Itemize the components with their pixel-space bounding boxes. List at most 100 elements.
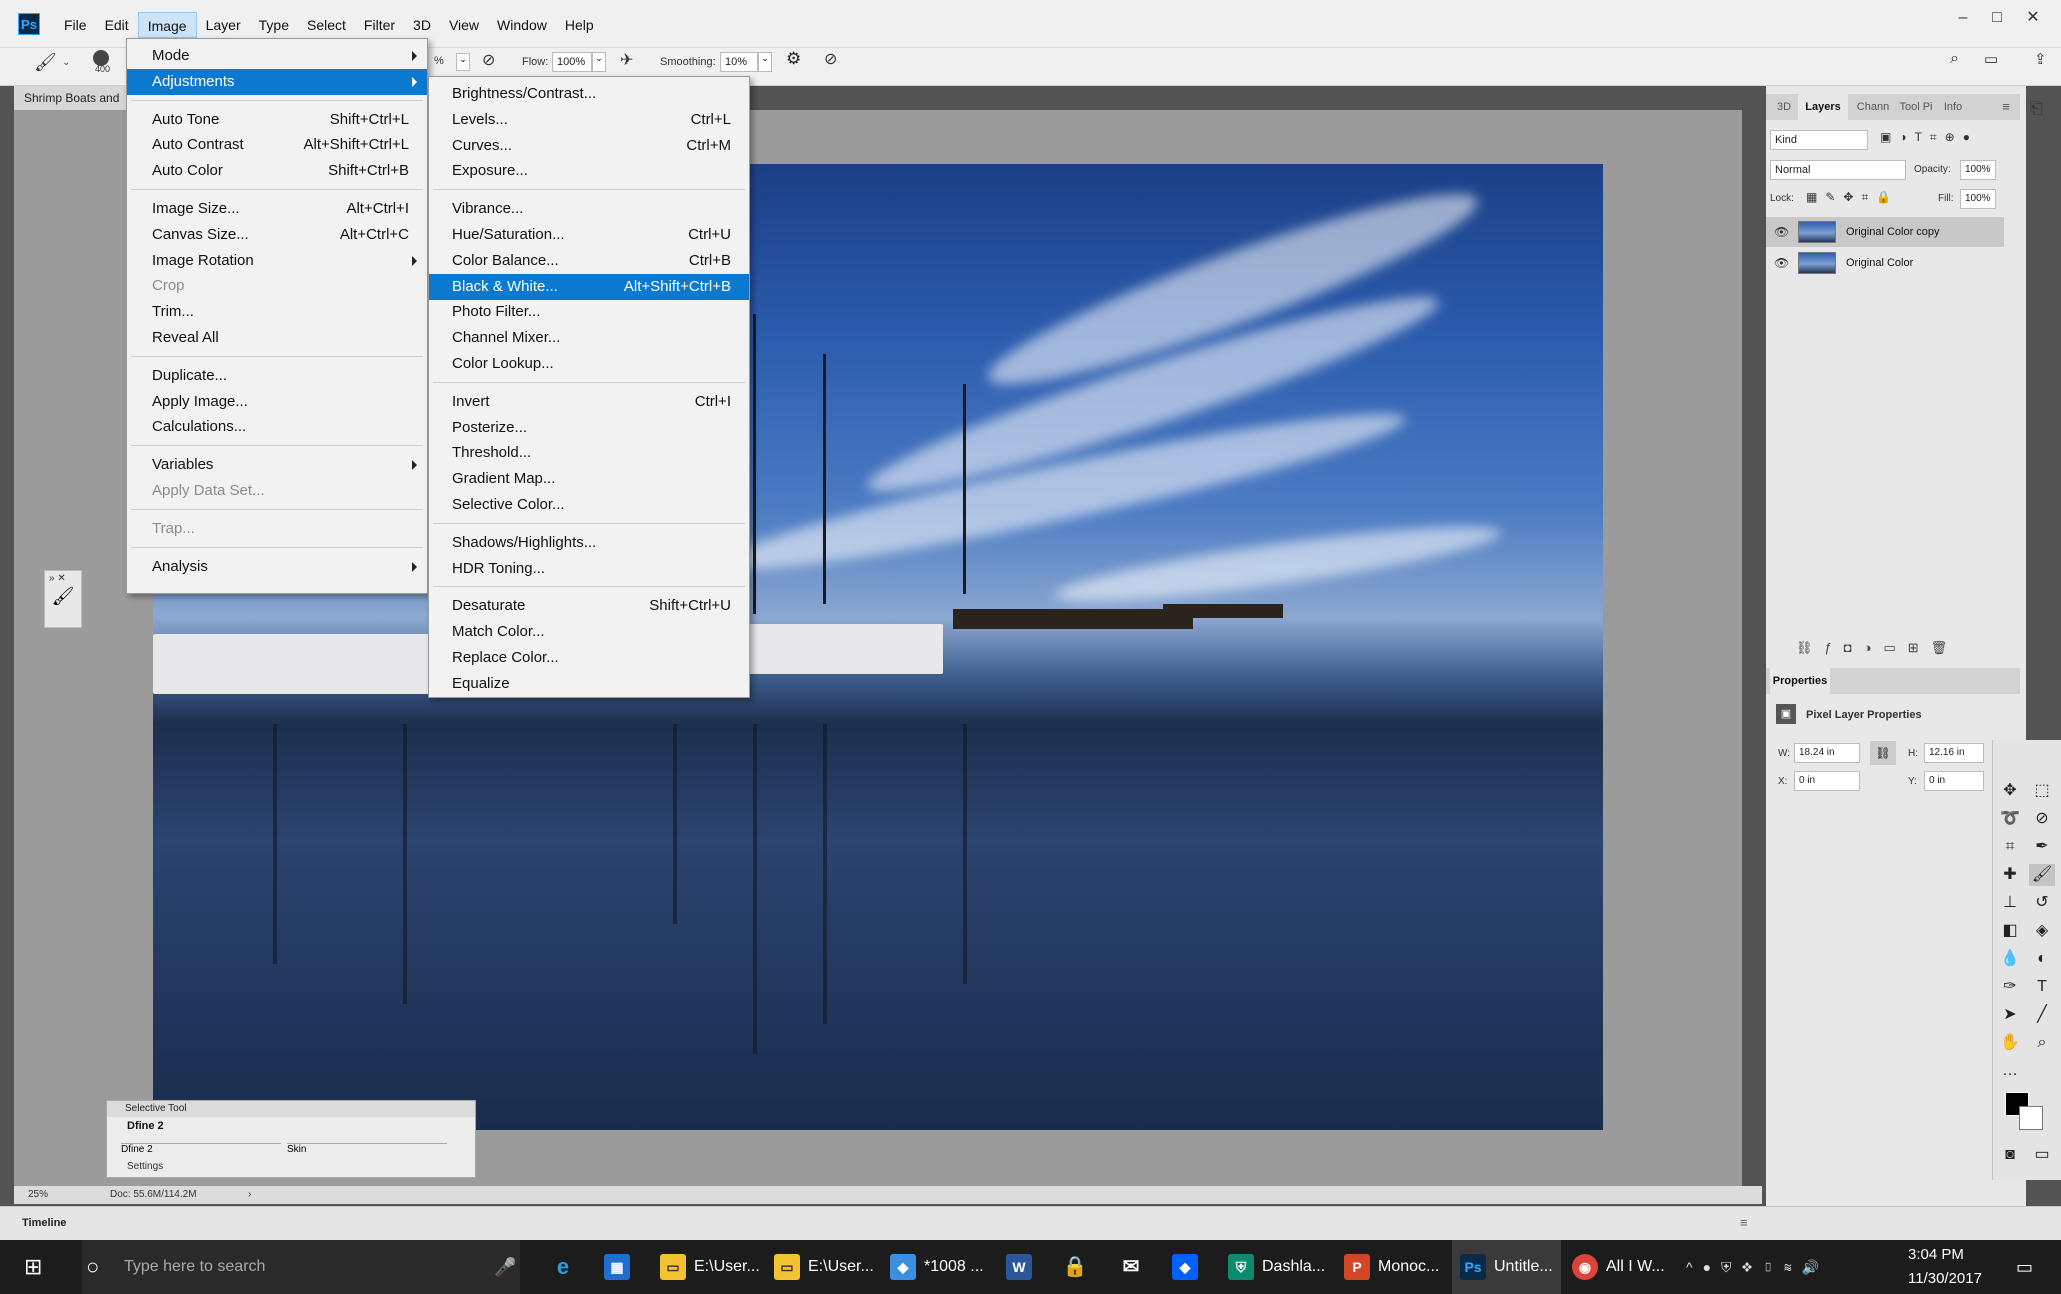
- menu-file[interactable]: File: [55, 12, 96, 38]
- dropdown-chevron-icon[interactable]: ⌄: [62, 57, 70, 68]
- layer-filter-kind[interactable]: Kind: [1770, 130, 1868, 150]
- menu-item-match-color[interactable]: Match Color...: [429, 619, 749, 645]
- menu-view[interactable]: View: [440, 12, 488, 38]
- link-dimensions-icon[interactable]: ⛓: [1870, 741, 1896, 765]
- menu-item-color-lookup[interactable]: Color Lookup...: [429, 351, 749, 377]
- timeline-tab[interactable]: Timeline: [22, 1217, 66, 1229]
- mail-icon[interactable]: ✉: [1118, 1240, 1152, 1294]
- screen-mode-icon[interactable]: ▭: [2029, 1144, 2055, 1166]
- paint-bucket-icon[interactable]: ◈: [2029, 920, 2055, 942]
- menu-item-gradient-map[interactable]: Gradient Map...: [429, 466, 749, 492]
- menu-layer[interactable]: Layer: [197, 12, 250, 38]
- smoothing-dropdown[interactable]: ⌄: [758, 52, 772, 72]
- dfine-item[interactable]: Dfine 2: [107, 1117, 475, 1132]
- layer-opacity-input[interactable]: 100%: [1960, 160, 1996, 180]
- brush-tool-icon[interactable]: 🖌: [2029, 864, 2055, 886]
- dropbox-icon[interactable]: ◆: [1172, 1240, 1206, 1294]
- height-input[interactable]: 12.16 in: [1924, 743, 1984, 763]
- taskbar-explorer-1[interactable]: ▭ E:\User...: [660, 1240, 760, 1294]
- menu-item-variables[interactable]: Variables: [127, 452, 427, 478]
- taskbar-search-box[interactable]: Type here to search: [82, 1240, 520, 1294]
- store-icon[interactable]: ▦: [604, 1240, 638, 1294]
- menu-item-equalize[interactable]: Equalize: [429, 671, 749, 697]
- menu-item-brightness-contrast[interactable]: Brightness/Contrast...: [429, 81, 749, 107]
- menu-item-calculations[interactable]: Calculations...: [127, 414, 427, 440]
- settings-gear-icon[interactable]: ⚙: [786, 49, 801, 69]
- menu-item-image-size[interactable]: Image Size... Alt+Ctrl+I: [127, 196, 427, 222]
- blur-tool-icon[interactable]: 💧: [1997, 948, 2023, 970]
- panel-menu-icon[interactable]: ≡: [1998, 94, 2014, 120]
- clone-stamp-icon[interactable]: ⊥: [1997, 892, 2023, 914]
- tab-info[interactable]: Info: [1938, 94, 1968, 120]
- menu-item-color-balance[interactable]: Color Balance... Ctrl+B: [429, 248, 749, 274]
- lock-icons[interactable]: ▦✎✥⌗🔒: [1806, 190, 1899, 205]
- word-icon[interactable]: W: [1006, 1240, 1040, 1294]
- brush-settings-icon[interactable]: 🖌: [45, 586, 81, 607]
- menu-item-image-rotation[interactable]: Image Rotation: [127, 248, 427, 274]
- y-input[interactable]: 0 in: [1924, 771, 1984, 791]
- tab-channels[interactable]: Chann: [1852, 94, 1894, 120]
- marquee-tool-icon[interactable]: ⬚: [2029, 780, 2055, 802]
- healing-brush-icon[interactable]: ✚: [1997, 864, 2023, 886]
- taskbar-dashlane[interactable]: ⛨ Dashla...: [1228, 1240, 1325, 1294]
- menu-edit[interactable]: Edit: [96, 12, 138, 38]
- visibility-eye-icon[interactable]: 👁: [1774, 256, 1789, 270]
- panel-collapse-icon[interactable]: » ✕: [45, 571, 81, 586]
- tab-3d[interactable]: 3D: [1772, 94, 1796, 120]
- eyedropper-icon[interactable]: ✒: [2029, 836, 2055, 858]
- crop-tool-icon[interactable]: ⌗: [1997, 836, 2023, 858]
- zoom-tool-icon[interactable]: ⌕: [2029, 1032, 2055, 1054]
- menu-item-invert[interactable]: Invert Ctrl+I: [429, 389, 749, 415]
- lock-app-icon[interactable]: 🔒: [1062, 1240, 1096, 1294]
- minimize-icon[interactable]: –: [1950, 6, 1976, 30]
- tab-layers[interactable]: Layers: [1798, 94, 1848, 120]
- line-tool-icon[interactable]: ╱: [2029, 1004, 2055, 1026]
- layer-row[interactable]: 👁 Original Color: [1766, 248, 2004, 278]
- menu-item-apply-image[interactable]: Apply Image...: [127, 389, 427, 415]
- workspace-icon[interactable]: ▭: [1984, 50, 1998, 68]
- taskbar-explorer-2[interactable]: ▭ E:\User...: [774, 1240, 874, 1294]
- menu-3d[interactable]: 3D: [404, 12, 440, 38]
- taskbar-powerpoint[interactable]: P Monoc...: [1344, 1240, 1439, 1294]
- dodge-tool-icon[interactable]: ◐: [2029, 948, 2055, 970]
- menu-item-auto-color[interactable]: Auto Color Shift+Ctrl+B: [127, 158, 427, 184]
- layer-row[interactable]: 👁 Original Color copy: [1766, 217, 2004, 247]
- menu-window[interactable]: Window: [488, 12, 556, 38]
- fill-input[interactable]: 100%: [1960, 189, 1996, 209]
- windows-start-icon[interactable]: ⊞: [24, 1240, 42, 1294]
- taskbar-photoshop[interactable]: Ps Untitle...: [1452, 1240, 1561, 1294]
- symmetry-icon[interactable]: ⊘: [824, 49, 837, 69]
- menu-item-adjustments[interactable]: Adjustments: [127, 68, 427, 95]
- zoom-level[interactable]: 25%: [28, 1186, 48, 1204]
- menu-item-mode[interactable]: Mode: [127, 43, 427, 69]
- pressure-opacity-icon[interactable]: ⊘: [482, 50, 495, 70]
- move-tool-icon[interactable]: ✥: [1997, 780, 2023, 802]
- menu-item-posterize[interactable]: Posterize...: [429, 415, 749, 441]
- menu-item-selective-color[interactable]: Selective Color...: [429, 492, 749, 518]
- visibility-eye-icon[interactable]: 👁: [1774, 225, 1789, 239]
- menu-item-photo-filter[interactable]: Photo Filter...: [429, 299, 749, 325]
- menu-item-hue-saturation[interactable]: Hue/Saturation... Ctrl+U: [429, 222, 749, 248]
- airbrush-icon[interactable]: ✈: [620, 50, 633, 70]
- menu-item-auto-contrast[interactable]: Auto Contrast Alt+Shift+Ctrl+L: [127, 132, 427, 158]
- menu-item-auto-tone[interactable]: Auto Tone Shift+Ctrl+L: [127, 107, 427, 133]
- quick-mask-icon[interactable]: ◙: [1997, 1144, 2023, 1166]
- system-tray-icons[interactable]: ^●⛨❖▯≋🔊: [1686, 1240, 1829, 1294]
- search-icon[interactable]: ⌕: [1950, 50, 1959, 68]
- menu-item-canvas-size[interactable]: Canvas Size... Alt+Ctrl+C: [127, 222, 427, 248]
- menu-item-analysis[interactable]: Analysis: [127, 554, 427, 580]
- menu-item-desaturate[interactable]: Desaturate Shift+Ctrl+U: [429, 593, 749, 619]
- menu-item-duplicate[interactable]: Duplicate...: [127, 363, 427, 389]
- selective-tool-panel[interactable]: Selective Tool Dfine 2 Dfine 2 Skin Sett…: [106, 1100, 476, 1178]
- tab-properties[interactable]: Properties: [1770, 668, 1830, 694]
- flow-dropdown[interactable]: ⌄: [592, 52, 606, 72]
- path-select-icon[interactable]: ➤: [1997, 1004, 2023, 1026]
- taskbar-chrome[interactable]: ◉ All I W...: [1572, 1240, 1665, 1294]
- taskbar-time[interactable]: 3:04 PM: [1908, 1244, 1964, 1266]
- menu-help[interactable]: Help: [556, 12, 603, 38]
- brush-presets-mini-panel[interactable]: » ✕ 🖌: [44, 570, 82, 628]
- taskbar-app-1008[interactable]: ◆ *1008 ...: [890, 1240, 984, 1294]
- taskbar-date[interactable]: 11/30/2017: [1908, 1268, 1982, 1290]
- menu-item-curves[interactable]: Curves... Ctrl+M: [429, 133, 749, 159]
- pen-tool-icon[interactable]: ✑: [1997, 976, 2023, 998]
